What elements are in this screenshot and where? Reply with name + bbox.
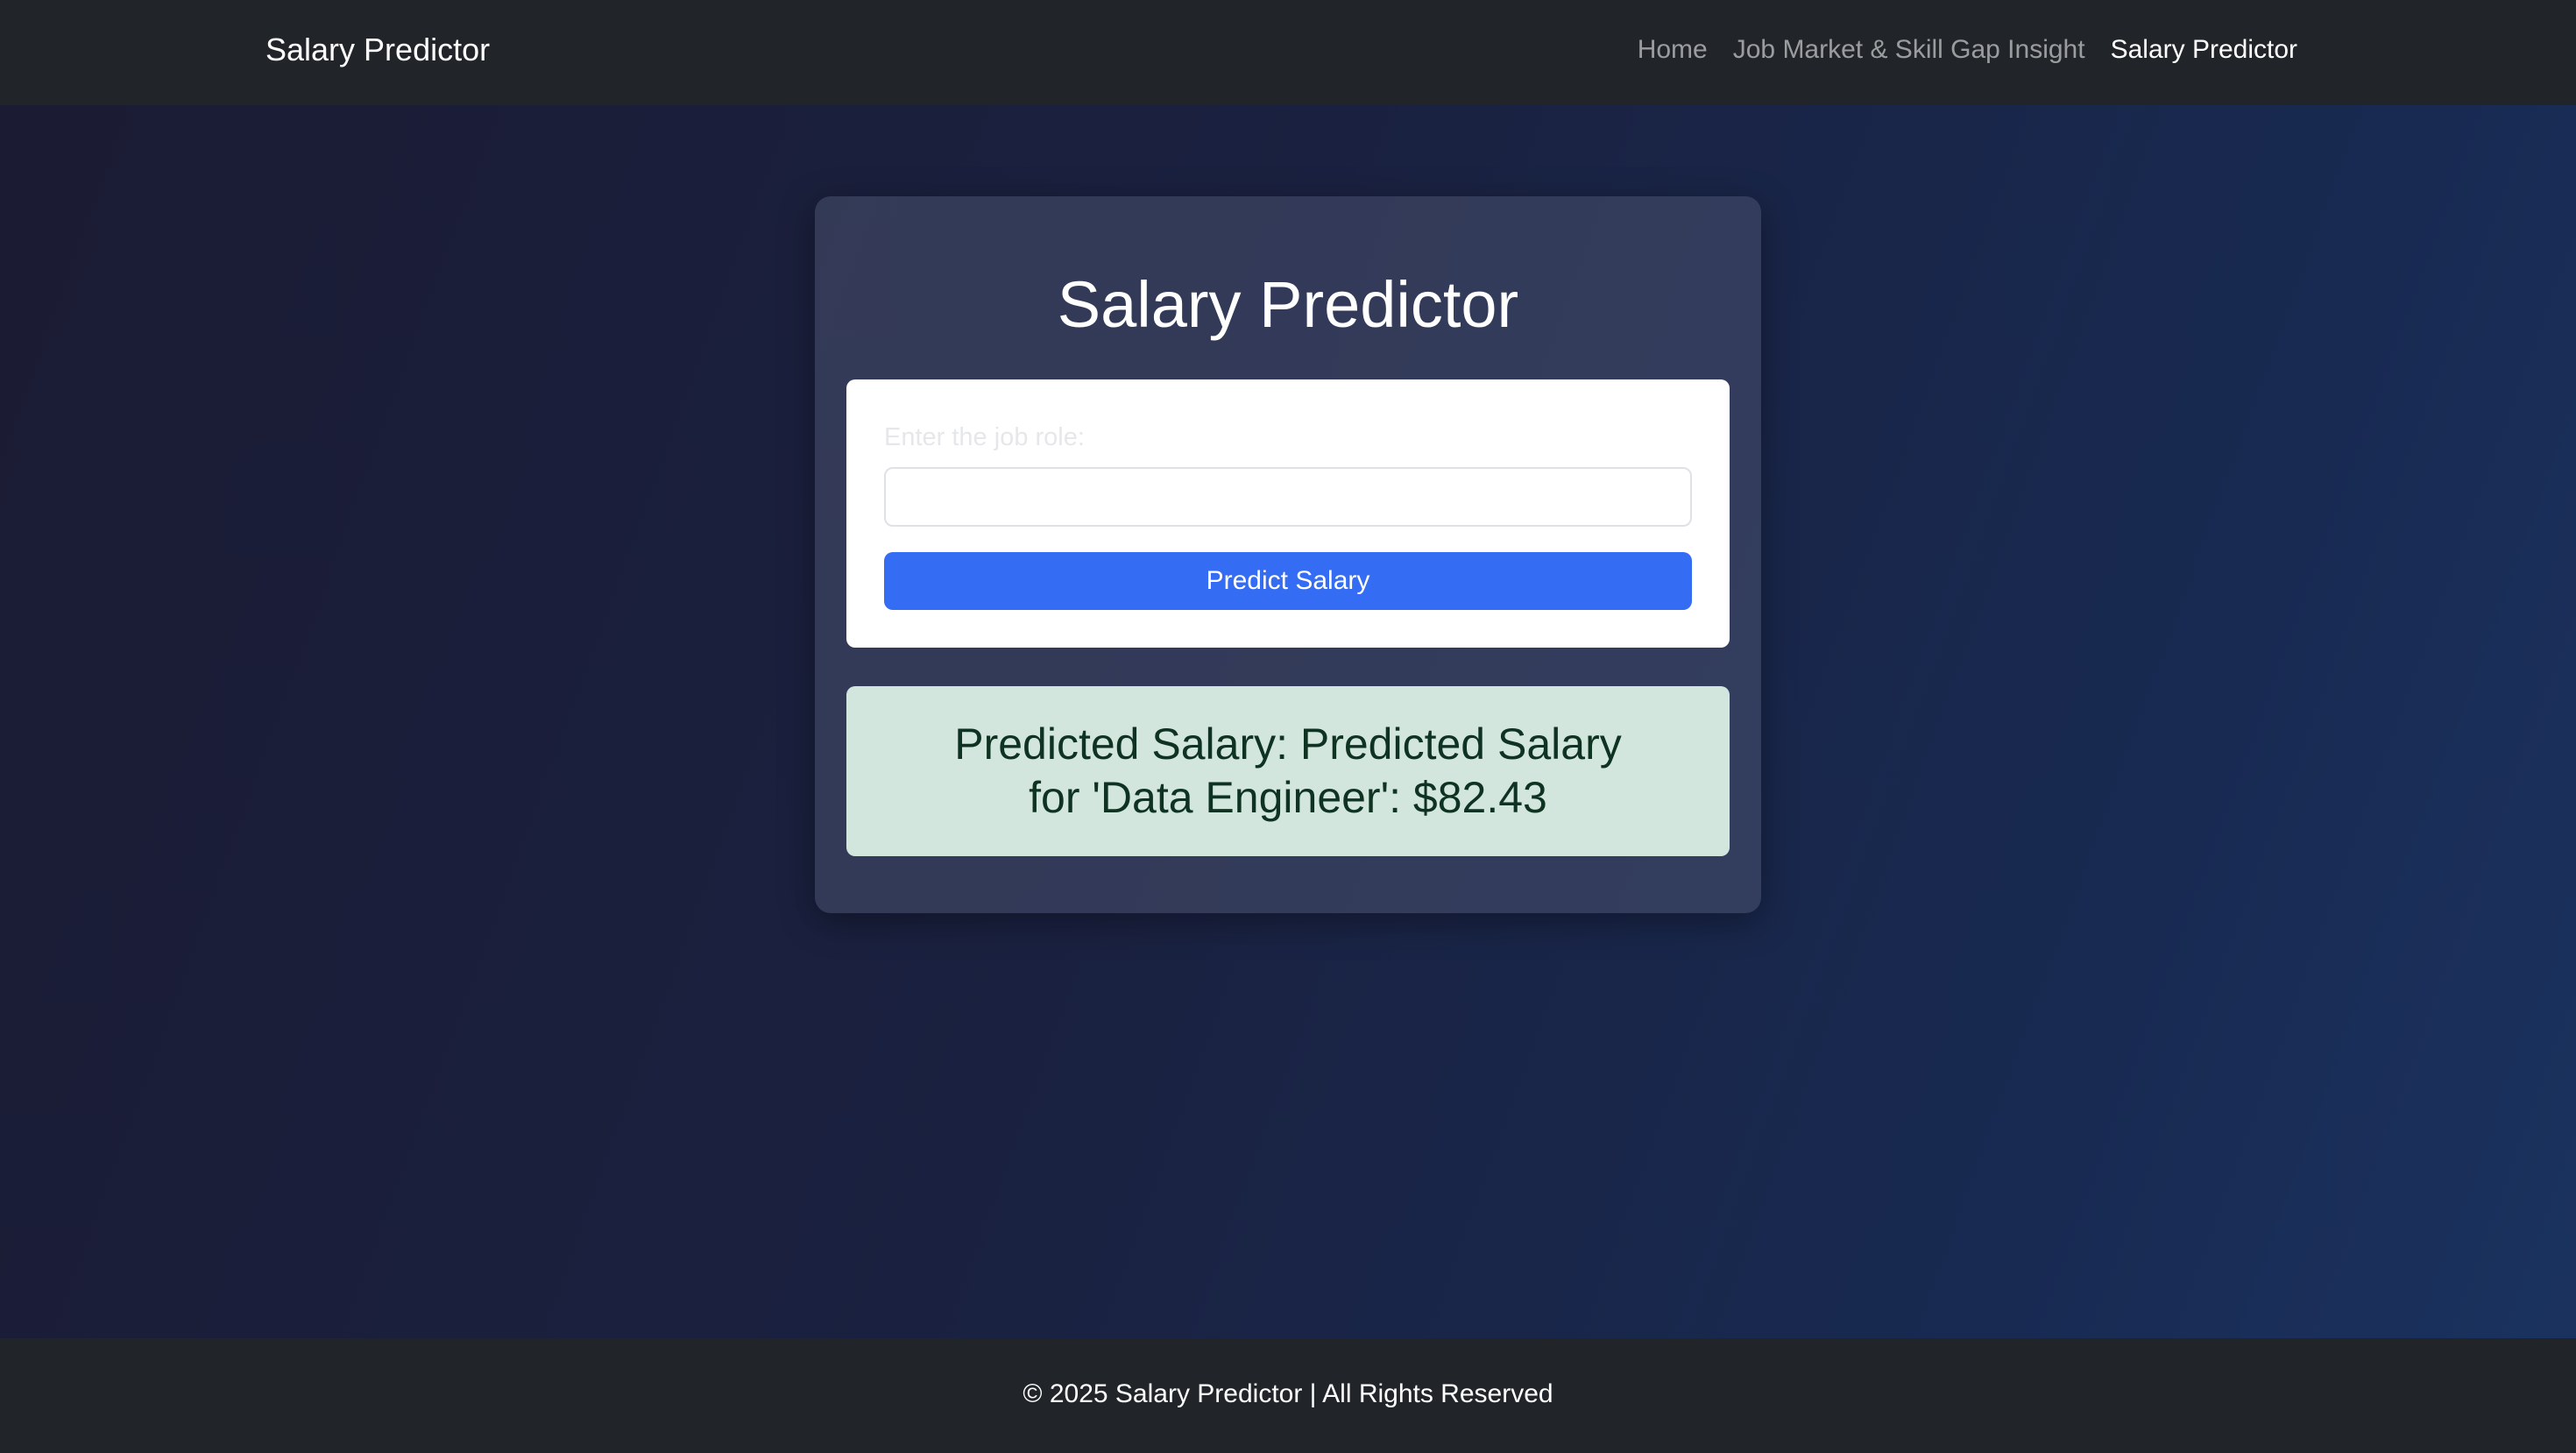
nav-link-home[interactable]: Home: [1638, 29, 1708, 71]
nav-link-job-market-insight[interactable]: Job Market & Skill Gap Insight: [1733, 29, 2085, 71]
top-navbar: Salary Predictor Home Job Market & Skill…: [0, 0, 2576, 105]
page-footer: © 2025 Salary Predictor | All Rights Res…: [0, 1338, 2576, 1453]
navbar-brand[interactable]: Salary Predictor: [265, 29, 490, 71]
job-role-label: Enter the job role:: [884, 423, 1085, 451]
page-title: Salary Predictor: [1057, 268, 1519, 341]
nav-link-salary-predictor[interactable]: Salary Predictor: [2111, 29, 2297, 71]
footer-copyright: © 2025 Salary Predictor | All Rights Res…: [1023, 1379, 1553, 1408]
prediction-result: Predicted Salary: Predicted Salary for '…: [846, 686, 1730, 856]
prediction-result-text: Predicted Salary: Predicted Salary for '…: [954, 719, 1622, 822]
prediction-form: Enter the job role: Predict Salary: [846, 379, 1730, 648]
job-role-input[interactable]: [884, 467, 1692, 527]
nav-links: Home Job Market & Skill Gap Insight Sala…: [1638, 29, 2297, 71]
predict-salary-button[interactable]: Predict Salary: [884, 552, 1692, 610]
